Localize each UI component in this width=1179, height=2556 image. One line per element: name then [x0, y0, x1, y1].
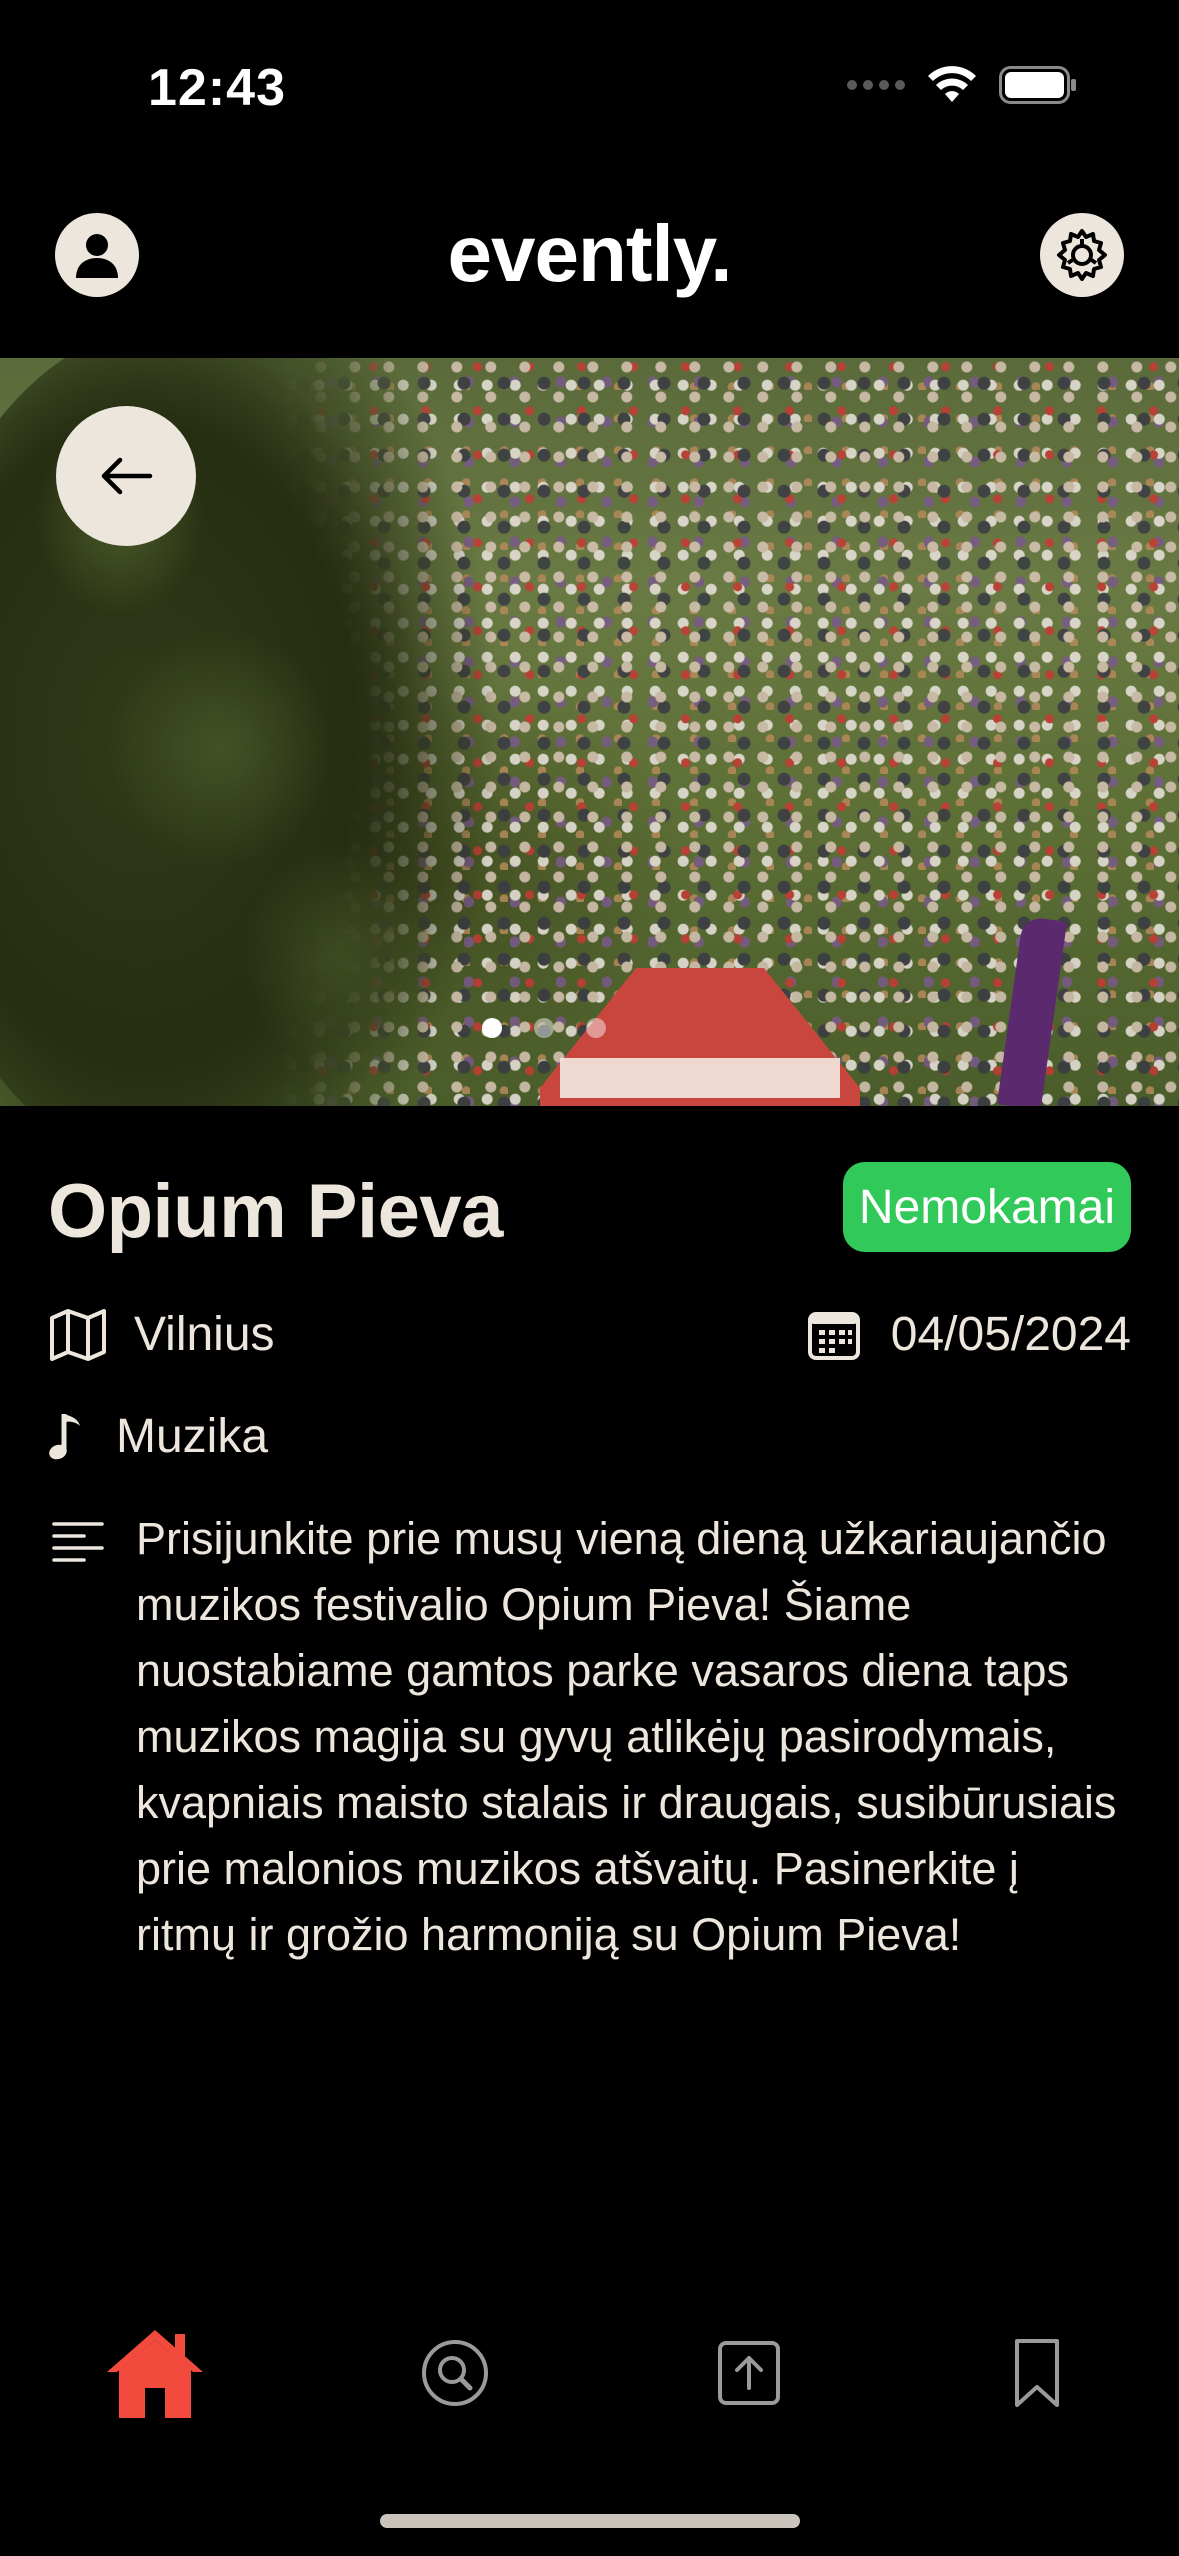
tent-stripe [560, 1058, 840, 1098]
cellular-signal-icon [847, 80, 905, 90]
gear-settings-icon [1057, 229, 1107, 281]
upload-icon [718, 2341, 780, 2405]
text-align-left-icon [52, 1522, 104, 1562]
back-button[interactable] [56, 406, 196, 546]
app-logo-title: evently. [447, 209, 733, 298]
settings-button[interactable] [1040, 213, 1124, 297]
home-indicator [380, 2514, 800, 2528]
event-title: Opium Pieva [48, 1169, 503, 1254]
carousel-page-indicator[interactable] [0, 1018, 1179, 1038]
carousel-dot-2[interactable] [533, 1018, 554, 1038]
home-icon [107, 2330, 203, 2418]
event-location: Vilnius [134, 1307, 275, 1361]
carousel-dot-1[interactable] [481, 1018, 502, 1038]
status-icons [847, 62, 1077, 108]
arrow-left-icon [101, 457, 153, 495]
tab-saved[interactable] [982, 2318, 1092, 2428]
tab-upload[interactable] [694, 2318, 804, 2428]
search-icon [422, 2340, 488, 2406]
title-row: Opium Pieva Nemokamai [48, 1162, 1131, 1262]
event-description: Prisijunkite prie musų vieną dieną užkar… [136, 1513, 1117, 1960]
price-badge: Nemokamai [842, 1162, 1131, 1252]
map-icon [50, 1309, 106, 1361]
date-group: 04/05/2024 [807, 1306, 1131, 1362]
tab-search[interactable] [400, 2318, 510, 2428]
bottom-tab-bar [0, 2300, 1179, 2430]
wifi-icon [928, 66, 976, 102]
category-row: Muzika [48, 1408, 1131, 1464]
event-detail-screen: 12:43 evently. Opium Pieva Nemokamai Vil… [0, 0, 1179, 2556]
status-time: 12:43 [148, 59, 286, 117]
event-date: 04/05/2024 [890, 1307, 1131, 1361]
battery-icon [999, 66, 1076, 104]
music-note-icon [49, 1414, 80, 1460]
event-image-carousel[interactable] [0, 358, 1179, 1106]
tab-home[interactable] [100, 2318, 210, 2428]
location-date-row: Vilnius 04/05/2024 [48, 1306, 1131, 1362]
calendar-icon [807, 1312, 860, 1360]
carousel-dot-3[interactable] [585, 1018, 606, 1038]
event-category: Muzika [116, 1409, 269, 1463]
app-header: evently. [0, 200, 1179, 310]
bookmark-icon [1015, 2339, 1059, 2407]
